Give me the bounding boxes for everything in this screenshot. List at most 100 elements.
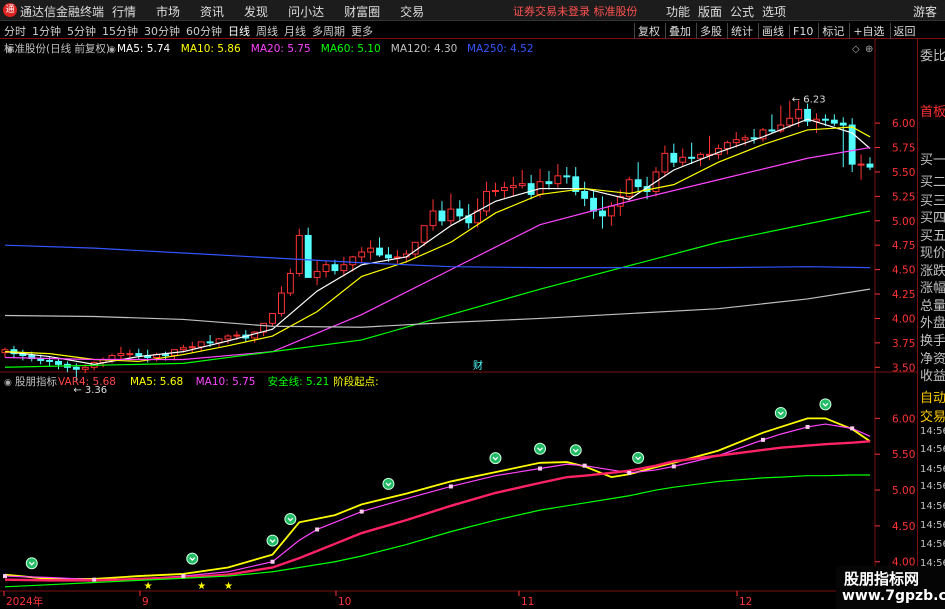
candle-body [197,341,205,348]
period-tab-9[interactable]: 多周期 [312,25,345,38]
sub-pane-icon[interactable]: ◉ [4,378,12,388]
toolbar-button-3[interactable]: 统计 [727,23,756,39]
candle-body [224,335,232,340]
chart-frame [0,39,917,609]
menu-item-3[interactable]: 发现 [244,5,268,19]
toolbar-button-4[interactable]: 画线 [758,23,787,39]
stage-start-star-icon: ★ [224,581,233,592]
side-panel-item-19: 14:56 [920,464,945,475]
collapse-icon[interactable]: ⊕ [865,44,873,55]
candle-body [483,190,490,212]
candle-body [563,175,571,178]
sub-dot [359,509,364,514]
ma-label-5: MA250: 4.52 [467,43,534,55]
menu-item-2[interactable]: 资讯 [200,5,224,19]
buy-signal-icon [819,398,832,411]
menu-item-1[interactable]: 市场 [156,5,180,19]
menu-item-6[interactable]: 交易 [400,5,424,19]
guest-button[interactable]: 游客 [913,3,937,20]
candle-body [367,247,375,253]
candle-body [447,208,455,222]
period-tab-3[interactable]: 15分钟 [102,25,138,38]
toolbar-button-1[interactable]: 叠加 [665,23,694,39]
candle-body [634,179,642,188]
toolbar-button-0[interactable]: 复权 [634,23,663,39]
toolbar-button-6[interactable]: 标记 [818,23,847,39]
candle-body [456,208,464,217]
period-tab-0[interactable]: 分时 [4,25,26,38]
sub-dot [538,466,543,471]
x-label-3: 11 [521,596,534,608]
trade-login-notice[interactable]: 证券交易未登录 标准股份 [513,3,638,19]
candle-body [385,254,392,259]
period-tab-8[interactable]: 月线 [284,25,306,38]
toolbar-button-2[interactable]: 多股 [696,23,725,39]
tools-item-1[interactable]: 版面 [698,5,722,19]
ma-toggle-icon[interactable]: ◉ [108,45,116,55]
side-panel-item-22: 14:56 [920,520,945,531]
tools-item-0[interactable]: 功能 [666,5,690,19]
sub-dot [270,559,275,564]
candle-body [46,359,54,362]
candle-body [304,234,312,278]
period-tab-5[interactable]: 60分钟 [186,25,222,38]
side-panel-item-15: 自动 [920,391,945,406]
candle-body [581,190,589,199]
ma-line-0 [4,118,871,365]
menu-item-4[interactable]: 问小达 [288,5,324,19]
sub-dot [3,574,7,579]
tools-item-3[interactable]: 选项 [762,5,786,19]
candle-body [509,185,517,189]
period-tab-10[interactable]: 更多 [351,25,373,38]
main-y-axis: 6.00 5.75 5.50 5.25 5.00 4.75 4.50 4.25 4.00 3.75… [875,118,915,374]
period-tab-2[interactable]: 5分钟 [67,25,96,38]
candle-body [376,247,383,256]
x-axis: 2024年 9 10 11 12 [3,591,752,608]
toolbar-button-7[interactable]: +自选 [849,23,887,39]
period-tab-1[interactable]: 1分钟 [32,25,61,38]
sub-dot [315,527,320,532]
side-panel-item-2: 买一 [920,153,945,168]
candle-body [278,292,285,315]
app-logo-icon: 通 [3,3,17,17]
candle-body [607,205,615,217]
candle-body [340,264,348,272]
period-tab-4[interactable]: 30分钟 [144,25,180,38]
diamond-icon[interactable]: ◇ [852,44,860,55]
sub-indicator-name: 股朋指标 [15,375,57,388]
chart-area[interactable]: ◉ 标准股份(日线 前复权) ◉ MA5: 5.74 MA10: 5.86 MA20:… [0,39,917,609]
candle-body [206,341,214,344]
finance-marker[interactable]: 财 [473,359,483,372]
sub-label-0: VAR4: 5.68 [58,376,116,388]
stage-start-star-icon: ★ [197,581,206,592]
side-panel-item-11: 外盘 [920,316,945,331]
candle-body [795,108,803,119]
buy-signal-icon [284,513,297,526]
x-label-1: 9 [142,596,149,608]
ma-label-1: MA10: 5.86 [181,43,241,55]
menu-item-0[interactable]: 行情 [112,5,136,19]
ma-label-4: MA120: 4.30 [391,43,458,55]
toolbar-button-8[interactable]: 返回 [889,23,919,39]
candle-body [590,197,597,212]
stage-start-star-icon: ★ [144,581,153,592]
ma-label-3: MA60: 5.10 [321,43,381,55]
candle-body [599,210,606,217]
sub-indicator-lines [3,417,871,588]
side-panel-item-21: 14:56 [920,501,945,512]
y-label-main-0: 6.00 [892,118,915,130]
main-indicator-header: ◉ 标准股份(日线 前复权) ◉ MA5: 5.74 MA10: 5.86 MA20:… [4,42,873,55]
candle-body [768,129,776,132]
period-tab-6[interactable]: 日线 [228,25,250,38]
candle-body [723,142,731,150]
period-tab-7[interactable]: 周线 [256,25,278,38]
sub-dot [181,574,186,579]
sub-dot [760,437,765,442]
toolbar-button-5[interactable]: F10 [789,25,816,38]
sub-dot [850,426,855,431]
tools-item-2[interactable]: 公式 [730,5,754,19]
candle-body [438,210,446,222]
menu-item-5[interactable]: 财富圈 [344,5,380,19]
side-panel-item-7: 现价 [920,246,945,261]
buy-signal-icon [382,477,395,490]
